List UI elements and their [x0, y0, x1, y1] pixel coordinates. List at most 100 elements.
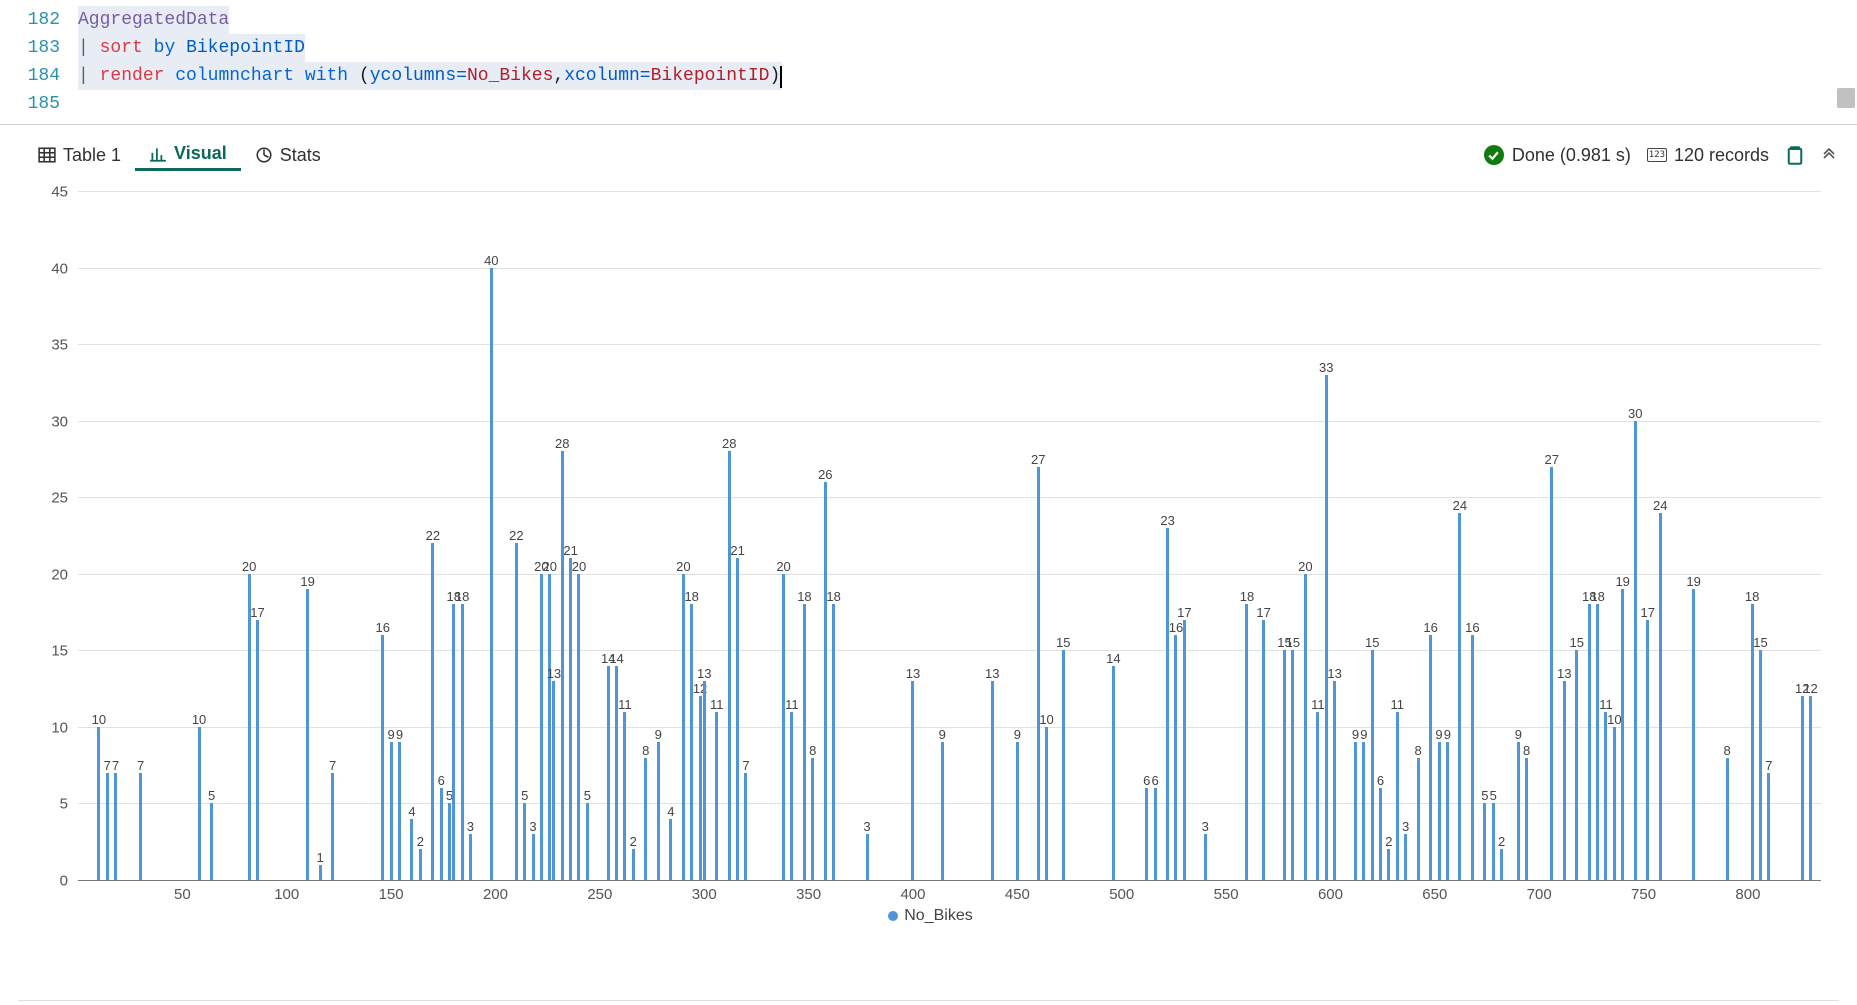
code-line-184[interactable]: | render columnchart with (ycolumns=No_B… — [78, 62, 782, 90]
chart-bar[interactable]: 3 — [1404, 834, 1407, 880]
chart-bar[interactable]: 20 — [548, 574, 551, 880]
chart-bar[interactable]: 6 — [1145, 788, 1148, 880]
chart-bar[interactable]: 3 — [469, 834, 472, 880]
chart-bar[interactable]: 27 — [1550, 467, 1553, 880]
chart-bar[interactable]: 9 — [657, 742, 660, 880]
chart-bar[interactable]: 5 — [1483, 803, 1486, 880]
chart-bar[interactable]: 20 — [1304, 574, 1307, 880]
plot-area[interactable]: 0510152025303540455010015020025030035040… — [78, 191, 1821, 881]
chart-bar[interactable]: 2 — [1500, 849, 1503, 880]
chart-bar[interactable]: 14 — [1112, 666, 1115, 880]
chart-bar[interactable]: 21 — [736, 558, 739, 880]
chart-bar[interactable]: 21 — [569, 558, 572, 880]
chart-bar[interactable]: 14 — [607, 666, 610, 880]
chart-bar[interactable]: 6 — [1154, 788, 1157, 880]
chart-bar[interactable]: 18 — [832, 604, 835, 880]
chart-bar[interactable]: 19 — [306, 589, 309, 880]
chart-bar[interactable]: 12 — [1809, 696, 1812, 880]
chart-bar[interactable]: 11 — [790, 712, 793, 880]
chart-bar[interactable]: 7 — [106, 773, 109, 880]
chart-bar[interactable]: 18 — [803, 604, 806, 880]
chart-bar[interactable]: 8 — [644, 758, 647, 880]
chart-bar[interactable]: 13 — [991, 681, 994, 880]
chart-bar[interactable]: 23 — [1166, 528, 1169, 880]
tab-visual[interactable]: Visual — [135, 139, 241, 171]
chart-bar[interactable]: 7 — [1767, 773, 1770, 880]
chart-bar[interactable]: 24 — [1458, 513, 1461, 880]
chart-bar[interactable]: 24 — [1659, 513, 1662, 880]
chart-bar[interactable]: 13 — [911, 681, 914, 880]
chart-bar[interactable]: 11 — [1604, 712, 1607, 880]
chart-bar[interactable]: 9 — [1016, 742, 1019, 880]
tab-stats[interactable]: Stats — [241, 141, 335, 170]
chart-bar[interactable]: 10 — [198, 727, 201, 880]
chart-bar[interactable]: 20 — [540, 574, 543, 880]
chart-bar[interactable]: 28 — [561, 451, 564, 880]
chart-bar[interactable]: 20 — [782, 574, 785, 880]
chart-bar[interactable]: 10 — [1045, 727, 1048, 880]
chart-bar[interactable]: 15 — [1283, 650, 1286, 880]
query-editor[interactable]: 182 AggregatedData 183 | sort by Bikepoi… — [0, 0, 1857, 125]
chart-bar[interactable]: 18 — [1245, 604, 1248, 880]
chart-bar[interactable]: 6 — [440, 788, 443, 880]
chart-bar[interactable]: 10 — [97, 727, 100, 880]
chart-bar[interactable]: 11 — [715, 712, 718, 880]
chart-bar[interactable]: 8 — [1417, 758, 1420, 880]
chart-bar[interactable]: 5 — [586, 803, 589, 880]
chart-bar[interactable]: 18 — [461, 604, 464, 880]
chart-bar[interactable]: 19 — [1621, 589, 1624, 880]
chart-bar[interactable]: 22 — [431, 543, 434, 880]
chart-bar[interactable]: 15 — [1291, 650, 1294, 880]
chart-bar[interactable]: 11 — [1396, 712, 1399, 880]
chart-bar[interactable]: 8 — [1726, 758, 1729, 880]
chart-bar[interactable]: 18 — [1588, 604, 1591, 880]
chart-bar[interactable]: 3 — [532, 834, 535, 880]
chart-bar[interactable]: 9 — [390, 742, 393, 880]
chart-bar[interactable]: 17 — [256, 620, 259, 880]
chart-bar[interactable]: 13 — [552, 681, 555, 880]
chart-bar[interactable]: 18 — [452, 604, 455, 880]
chart-bar[interactable]: 2 — [1387, 849, 1390, 880]
chart-bar[interactable]: 12 — [699, 696, 702, 880]
chart-bar[interactable]: 17 — [1183, 620, 1186, 880]
chart-bar[interactable]: 3 — [1204, 834, 1207, 880]
chart-bar[interactable]: 16 — [381, 635, 384, 880]
chart-bar[interactable]: 5 — [448, 803, 451, 880]
chart-bar[interactable]: 15 — [1371, 650, 1374, 880]
chart-bar[interactable]: 15 — [1575, 650, 1578, 880]
chart-bar[interactable]: 2 — [632, 849, 635, 880]
chart-bar[interactable]: 6 — [1379, 788, 1382, 880]
tab-table[interactable]: Table 1 — [24, 141, 135, 170]
chart-bar[interactable]: 13 — [703, 681, 706, 880]
chart-bar[interactable]: 11 — [1316, 712, 1319, 880]
chart-bar[interactable]: 2 — [419, 849, 422, 880]
chart-bar[interactable]: 7 — [114, 773, 117, 880]
chart-bar[interactable]: 17 — [1646, 620, 1649, 880]
code-line-183[interactable]: | sort by BikepointID — [78, 34, 305, 62]
chart-bar[interactable]: 28 — [728, 451, 731, 880]
chart-bar[interactable]: 9 — [1354, 742, 1357, 880]
chart-bar[interactable]: 4 — [669, 819, 672, 880]
chart-bar[interactable]: 11 — [623, 712, 626, 880]
chart-bar[interactable]: 33 — [1325, 375, 1328, 880]
chart-bar[interactable]: 18 — [690, 604, 693, 880]
chart-bar[interactable]: 20 — [682, 574, 685, 880]
chart-bar[interactable]: 5 — [210, 803, 213, 880]
chart-bar[interactable]: 17 — [1262, 620, 1265, 880]
chart-bar[interactable]: 20 — [577, 574, 580, 880]
chart-bar[interactable]: 9 — [398, 742, 401, 880]
chart-bar[interactable]: 15 — [1062, 650, 1065, 880]
copy-button[interactable] — [1785, 145, 1805, 165]
chart-bar[interactable]: 26 — [824, 482, 827, 880]
chart-bar[interactable]: 4 — [410, 819, 413, 880]
chart-bar[interactable]: 27 — [1037, 467, 1040, 880]
chart-bar[interactable]: 9 — [1517, 742, 1520, 880]
chart-bar[interactable]: 16 — [1471, 635, 1474, 880]
chart-bar[interactable]: 16 — [1174, 635, 1177, 880]
chart-bar[interactable]: 8 — [1525, 758, 1528, 880]
chart-bar[interactable]: 30 — [1634, 421, 1637, 880]
chart-bar[interactable]: 13 — [1333, 681, 1336, 880]
editor-scrollbar-thumb[interactable] — [1837, 88, 1855, 108]
collapse-button[interactable] — [1821, 147, 1837, 163]
chart-bar[interactable]: 7 — [139, 773, 142, 880]
